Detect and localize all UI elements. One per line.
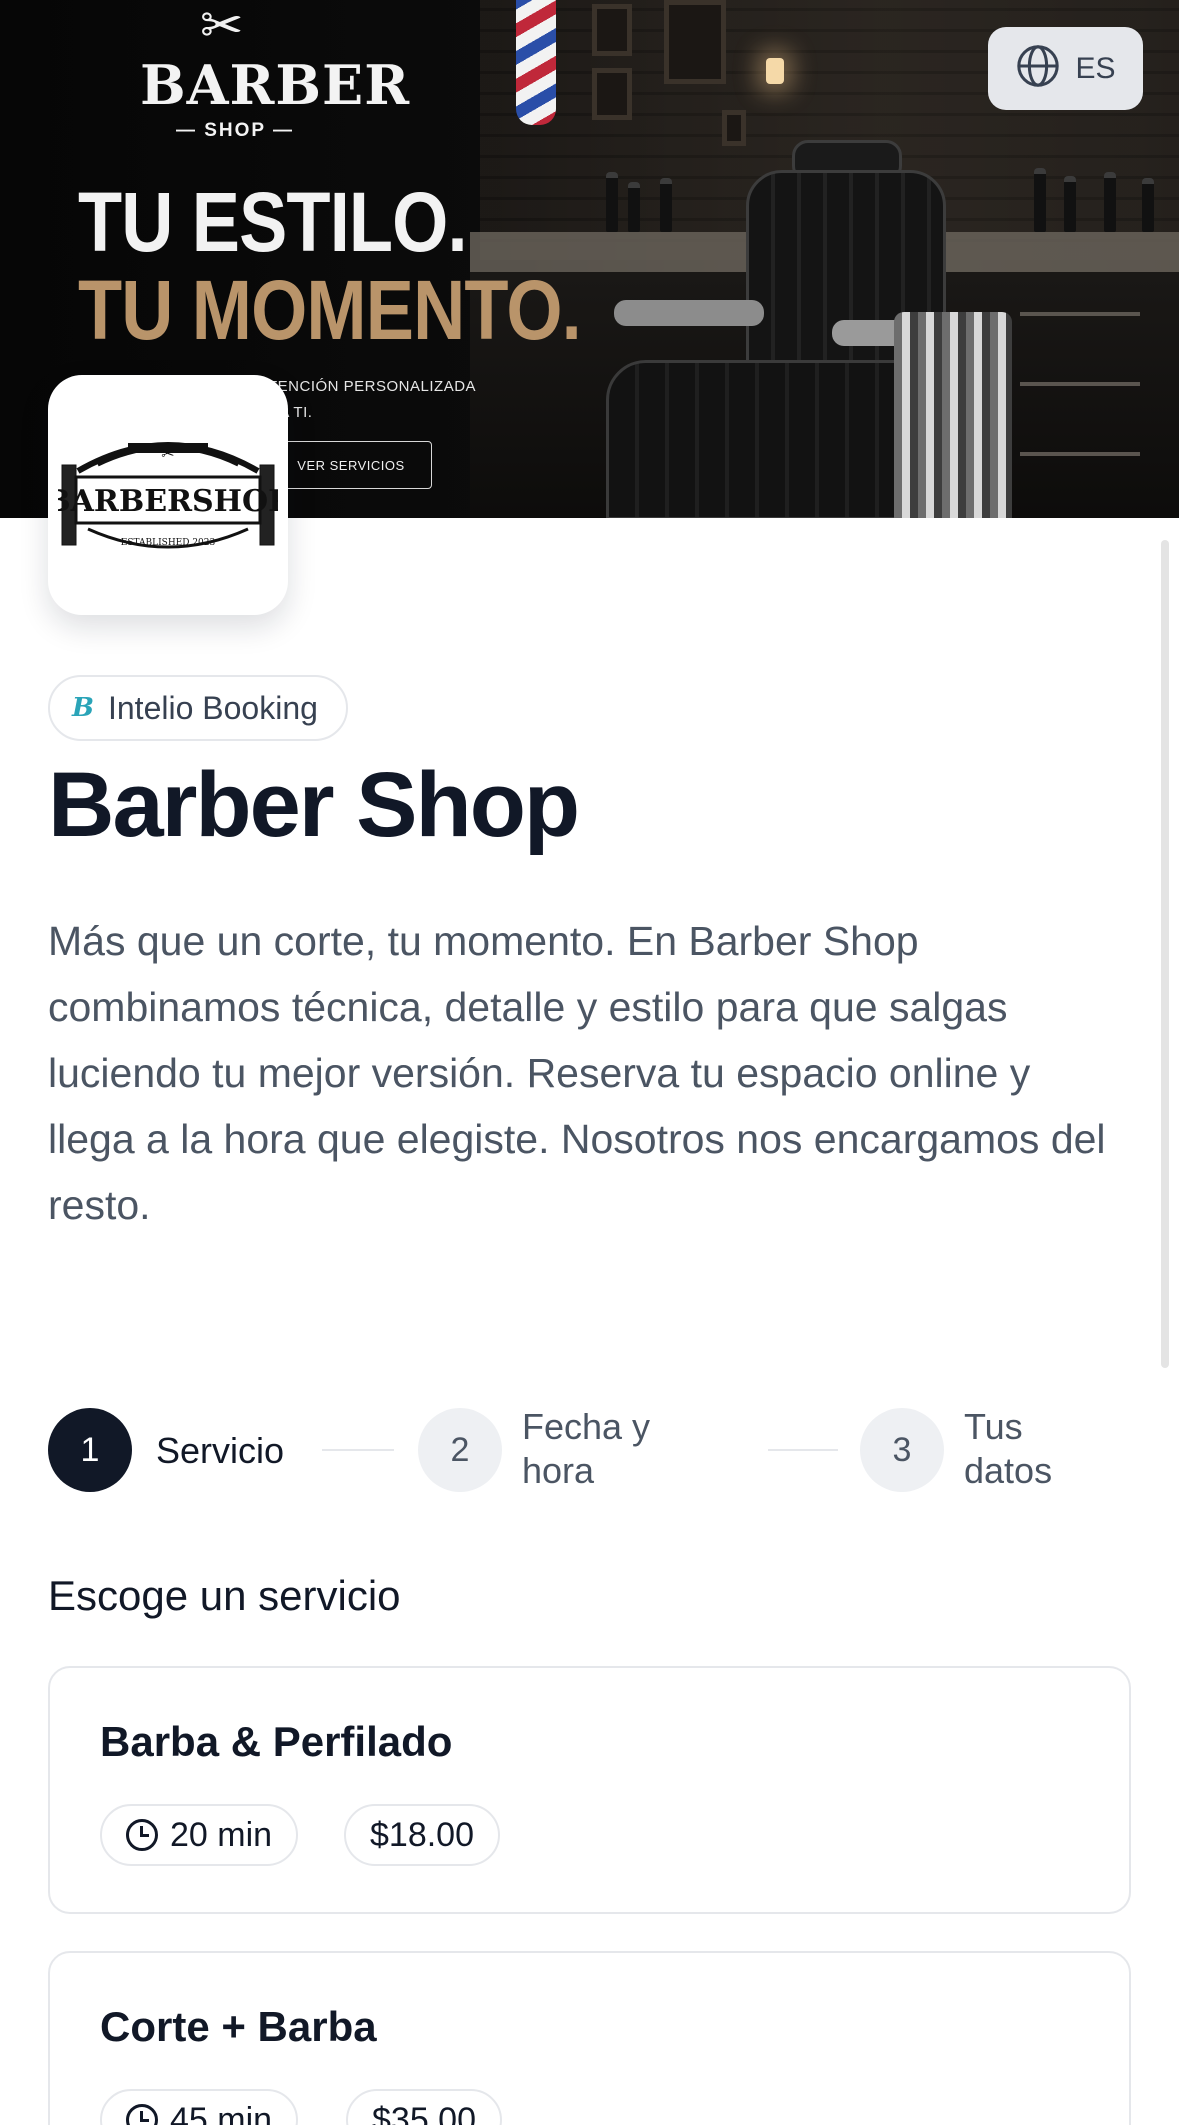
language-switch-button[interactable]: ES xyxy=(988,27,1143,110)
powered-by-label: Intelio Booking xyxy=(107,689,318,726)
hero-tagline: TENCIÓN PERSONALIZADA RA TI. xyxy=(268,374,476,426)
hero-headline-line2: TU MOMENTO. xyxy=(78,263,582,357)
step-2-label[interactable]: Fecha y hora xyxy=(522,1405,650,1493)
hero-cta-button[interactable]: VER SERVICIOS xyxy=(270,441,432,489)
barbershop-emblem: ✂ BARBERSHOP ESTABLISHED 2023 xyxy=(45,425,291,565)
step-3-label-line1: Tus xyxy=(964,1406,1023,1447)
wall-frame-decoration xyxy=(592,4,632,56)
service-price-badge: $35.00 xyxy=(346,2089,502,2125)
intelio-logo-icon: B xyxy=(72,693,94,723)
wall-lamp-decoration xyxy=(766,58,784,84)
hero-tagline-line1: TENCIÓN PERSONALIZADA xyxy=(268,378,477,395)
hero-tagline-line2: RA TI. xyxy=(268,404,313,421)
step-2-label-line2: hora xyxy=(522,1450,595,1491)
service-name: Barba & Perfilado xyxy=(100,1718,453,1765)
clock-icon xyxy=(126,2104,158,2125)
logo-text: BARBERSHOP xyxy=(58,484,278,519)
step-1-circle[interactable]: 1 xyxy=(48,1408,132,1492)
step-connector xyxy=(322,1449,394,1451)
clock-icon xyxy=(126,1819,158,1851)
step-2-circle[interactable]: 2 xyxy=(418,1408,502,1492)
towel-decoration xyxy=(894,312,1012,518)
service-card[interactable]: Corte + Barba 45 min $35.00 xyxy=(48,1951,1131,2125)
business-description: Más que un corte, tu momento. En Barber … xyxy=(48,918,1106,1228)
bottle-decoration xyxy=(1104,172,1116,232)
step-3-label-line2: datos xyxy=(964,1450,1053,1491)
service-duration-badge: 45 min xyxy=(100,2089,299,2125)
logo-subtext: ESTABLISHED 2023 xyxy=(121,538,216,548)
step-3-circle[interactable]: 3 xyxy=(860,1408,944,1492)
booking-stepper: 1 Servicio 2 Fecha y hora 3 Tus datos xyxy=(48,1405,1128,1495)
language-code: ES xyxy=(1075,51,1116,85)
svg-text:✂: ✂ xyxy=(161,444,174,463)
step-3-label[interactable]: Tus datos xyxy=(964,1405,1052,1493)
bottle-decoration xyxy=(1034,168,1046,232)
bottle-decoration xyxy=(1064,176,1076,232)
service-duration-badge: 20 min xyxy=(100,1804,299,1866)
service-price-badge: $18.00 xyxy=(344,1804,500,1866)
wall-frame-decoration xyxy=(592,68,632,120)
services-section-title: Escoge un servicio xyxy=(48,1572,401,1619)
barber-pole-decoration xyxy=(516,0,556,125)
service-duration: 45 min xyxy=(170,2100,273,2125)
wall-frame-decoration xyxy=(664,0,726,84)
hero-brand-subtitle: — SHOP — xyxy=(175,120,295,141)
service-duration: 20 min xyxy=(170,1815,273,1854)
globe-icon xyxy=(1015,43,1061,94)
hero-brand-title: BARBER xyxy=(140,53,411,117)
step-connector xyxy=(768,1449,838,1451)
step-1-label[interactable]: Servicio xyxy=(156,1429,284,1473)
service-price: $35.00 xyxy=(372,2100,476,2125)
hero-headline-line1: TU ESTILO. xyxy=(78,175,468,269)
scissors-icon: ✂ xyxy=(200,0,244,56)
bottle-decoration xyxy=(1142,178,1154,232)
service-card[interactable]: Barba & Perfilado 20 min $18.00 xyxy=(48,1666,1131,1914)
business-logo: ✂ BARBERSHOP ESTABLISHED 2023 xyxy=(45,375,291,615)
business-name: Barber Shop xyxy=(48,754,580,856)
step-2-label-line1: Fecha y xyxy=(522,1406,651,1447)
service-price: $18.00 xyxy=(370,1815,474,1854)
scrollbar[interactable] xyxy=(1161,540,1169,1368)
service-name: Corte + Barba xyxy=(100,2003,377,2050)
powered-by-badge[interactable]: B Intelio Booking xyxy=(48,675,348,741)
